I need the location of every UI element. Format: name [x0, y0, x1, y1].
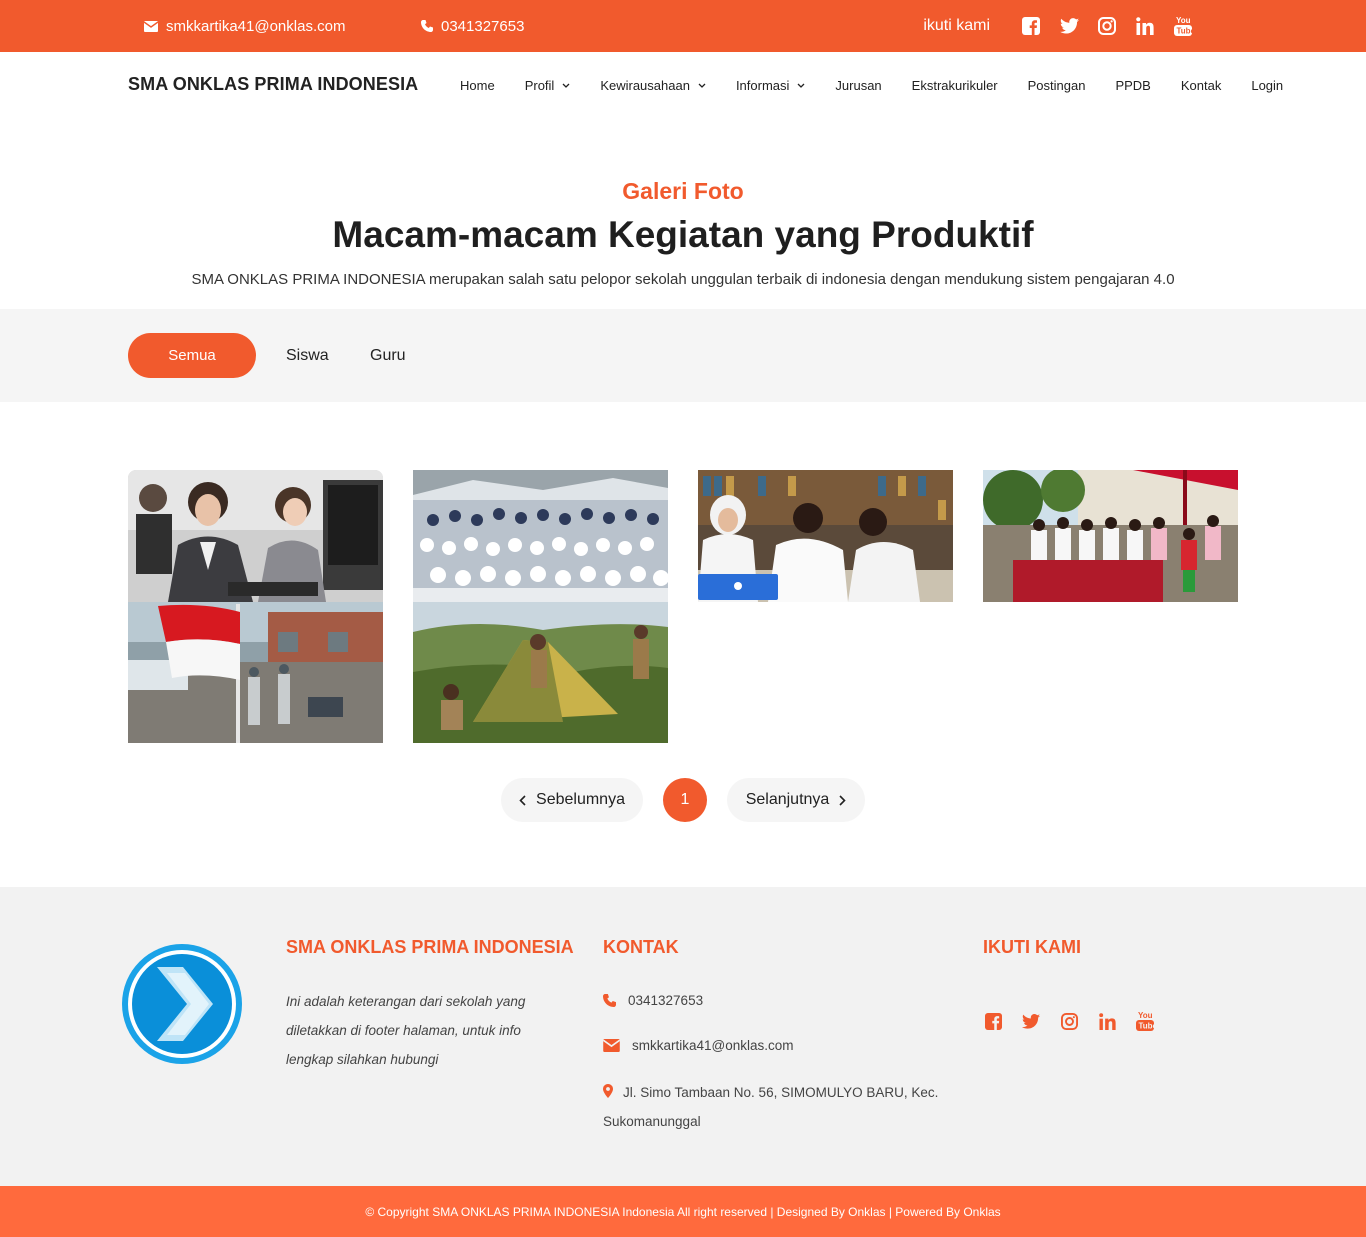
- school-logo: [121, 943, 243, 1070]
- nav-profil-label: Profil: [524, 77, 555, 93]
- footer-phone[interactable]: 0341327653: [603, 993, 703, 1008]
- nav-profil[interactable]: Profil: [525, 78, 571, 93]
- nav-informasi[interactable]: Informasi: [736, 78, 805, 93]
- svg-text:You: You: [1138, 1011, 1153, 1020]
- copyright-text: © Copyright SMA ONKLAS PRIMA INDONESIA I…: [365, 1204, 1001, 1219]
- nav-informasi-label: Informasi: [735, 77, 790, 93]
- study-group-photo[interactable]: [698, 470, 953, 602]
- prev-page-label: Sebelumnya: [536, 791, 625, 808]
- nav-jurusan-label: Jurusan: [835, 77, 882, 93]
- copyright-bar: © Copyright SMA ONKLAS PRIMA INDONESIA I…: [0, 1186, 1366, 1237]
- instagram-icon[interactable]: [1059, 1010, 1079, 1032]
- nav-ppdb-label: PPDB: [1115, 77, 1151, 93]
- footer-school-text: Ini adalah keterangan dari sekolah yang …: [286, 994, 526, 1067]
- next-page-button[interactable]: Selanjutnya: [727, 778, 865, 822]
- topbar-email-text: smkkartika41@onklas.com: [166, 17, 346, 35]
- nav-login[interactable]: Login: [1251, 78, 1283, 93]
- svg-text:Tube: Tube: [1177, 27, 1193, 36]
- footer-contact-title: KONTAK: [603, 937, 679, 957]
- nav-login-label: Login: [1251, 77, 1284, 93]
- footer-address-text: Jl. Simo Tambaan No. 56, SIMOMULYO BARU,…: [603, 1085, 939, 1129]
- footer-address: Jl. Simo Tambaan No. 56, SIMOMULYO BARU,…: [603, 1078, 953, 1136]
- phone-icon: [421, 20, 433, 32]
- follow-label: ikuti kami: [923, 17, 990, 34]
- gallery-header: Galeri Foto Macam-macam Kegiatan yang Pr…: [0, 118, 1366, 309]
- facebook-icon[interactable]: [1020, 15, 1042, 37]
- facebook-icon[interactable]: [983, 1010, 1003, 1032]
- footer-email[interactable]: smkkartika41@onklas.com: [603, 1038, 794, 1053]
- prev-page-button[interactable]: Sebelumnya: [501, 778, 643, 822]
- nav-kewirausahaan-label: Kewirausahaan: [600, 77, 690, 93]
- chevron-down-icon: [562, 83, 570, 88]
- nav-ekstrakurikuler-label: Ekstrakurikuler: [911, 77, 998, 93]
- main-nav: Home Profil Kewirausahaan Informasi Juru…: [460, 52, 1283, 118]
- student-group-photo[interactable]: [413, 470, 668, 602]
- flag-ceremony-photo[interactable]: [128, 602, 383, 743]
- nav-home-label: Home: [460, 77, 495, 93]
- twitter-icon[interactable]: [1058, 15, 1080, 37]
- nav-kontak[interactable]: Kontak: [1181, 78, 1221, 93]
- scout-camp-photo[interactable]: [413, 602, 668, 743]
- nav-postingan[interactable]: Postingan: [1028, 78, 1086, 93]
- twitter-icon[interactable]: [1021, 1010, 1041, 1032]
- nav-kontak-label: Kontak: [1180, 77, 1222, 93]
- footer-school-title: SMA ONKLAS PRIMA INDONESIA: [286, 937, 574, 957]
- page-title: Macam-macam Kegiatan yang Produktif: [332, 214, 1034, 255]
- filter-guru[interactable]: Guru: [370, 333, 406, 378]
- chevron-left-icon: [519, 794, 526, 806]
- footer-phone-text: 0341327653: [628, 993, 704, 1008]
- envelope-icon: [603, 1039, 620, 1052]
- nav-jurusan[interactable]: Jurusan: [835, 78, 881, 93]
- footer-email-text: smkkartika41@onklas.com: [632, 1038, 794, 1053]
- topbar-phone-text: 0341327653: [441, 17, 525, 35]
- section-eyebrow: Galeri Foto: [622, 178, 744, 204]
- nav-home[interactable]: Home: [460, 78, 495, 93]
- linkedin-icon[interactable]: [1097, 1010, 1117, 1032]
- chevron-down-icon: [698, 83, 706, 88]
- envelope-icon: [144, 20, 158, 32]
- nav-kewirausahaan[interactable]: Kewirausahaan: [600, 78, 706, 93]
- nav-ppdb[interactable]: PPDB: [1115, 78, 1150, 93]
- svg-text:You: You: [1176, 16, 1191, 25]
- chevron-down-icon: [797, 83, 805, 88]
- site-brand[interactable]: SMA ONKLAS PRIMA INDONESIA: [128, 74, 418, 95]
- filter-bar: Semua Siswa Guru: [0, 309, 1366, 402]
- nav-ekstrakurikuler[interactable]: Ekstrakurikuler: [912, 78, 998, 93]
- topbar-phone[interactable]: 0341327653: [421, 0, 524, 52]
- youtube-icon[interactable]: You Tube: [1135, 1010, 1155, 1032]
- youtube-icon[interactable]: You Tube: [1172, 15, 1194, 37]
- footer-follow-title: IKUTI KAMI: [983, 937, 1081, 957]
- call-center-photo[interactable]: [128, 470, 383, 602]
- top-bar: smkkartika41@onklas.com 0341327653 ikuti…: [0, 0, 1366, 52]
- map-marker-icon: [603, 1084, 613, 1098]
- navbar: SMA ONKLAS PRIMA INDONESIA Home Profil K…: [0, 52, 1366, 118]
- topbar-email[interactable]: smkkartika41@onklas.com: [144, 0, 345, 52]
- page-number-button[interactable]: 1: [663, 778, 707, 822]
- topbar-social: ikuti kami You Tube: [923, 0, 1194, 52]
- filter-semua[interactable]: Semua: [128, 333, 256, 378]
- instagram-icon[interactable]: [1096, 15, 1118, 37]
- linkedin-icon[interactable]: [1134, 15, 1156, 37]
- phone-icon: [603, 994, 616, 1007]
- nav-postingan-label: Postingan: [1027, 77, 1086, 93]
- filter-siswa[interactable]: Siswa: [286, 333, 329, 378]
- page-description: SMA ONKLAS PRIMA INDONESIA merupakan sal…: [191, 271, 1175, 288]
- svg-text:Tube: Tube: [1139, 1022, 1155, 1031]
- next-page-label: Selanjutnya: [745, 791, 830, 808]
- outdoor-event-photo[interactable]: [983, 470, 1238, 602]
- footer-social: You Tube: [983, 1010, 1173, 1032]
- footer: SMA ONKLAS PRIMA INDONESIA Ini adalah ke…: [0, 887, 1366, 1186]
- chevron-right-icon: [839, 794, 846, 806]
